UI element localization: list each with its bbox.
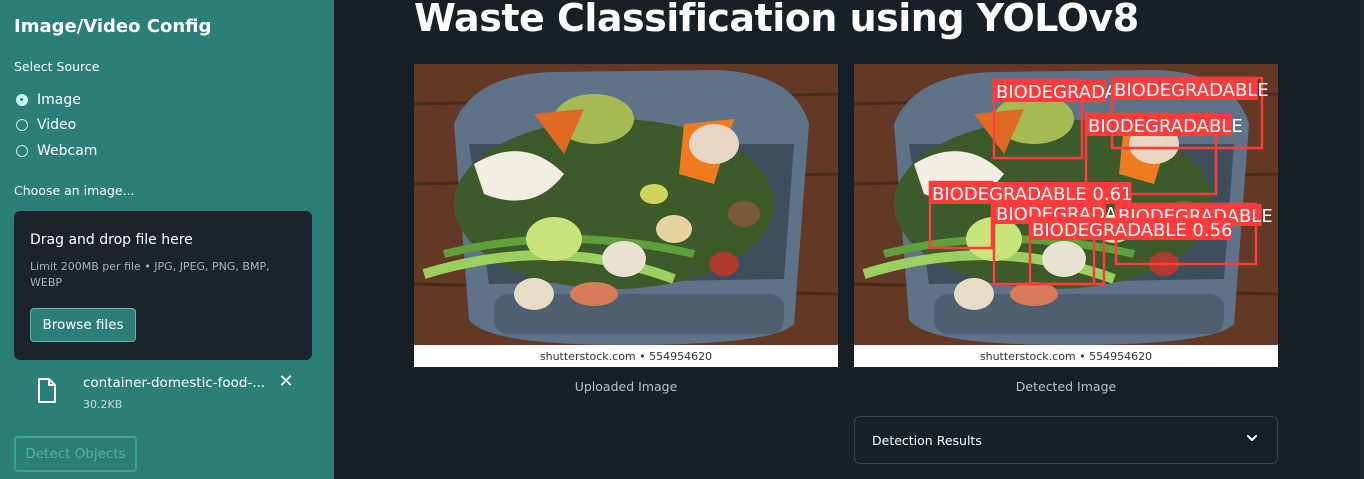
uploaded-caption: Uploaded Image (574, 379, 678, 394)
dropzone-title: Drag and drop file here (30, 232, 193, 248)
uploaded-file-item: container-domestic-food-... 30.2KB ✕ (36, 372, 306, 416)
detection-results-expander[interactable]: Detection Results (854, 416, 1278, 464)
radio-webcam[interactable]: Webcam (16, 141, 97, 161)
radio-indicator[interactable] (16, 145, 28, 157)
choose-image-label: Choose an image... (14, 183, 135, 198)
image-watermark: shutterstock.com • 554954620 (414, 345, 838, 367)
file-dropzone[interactable]: Drag and drop file here Limit 200MB per … (14, 211, 312, 360)
file-size: 30.2KB (83, 398, 123, 411)
chevron-down-icon[interactable] (1245, 431, 1259, 445)
food-bin-photo-annotated: BIODEGRADABIODEGRADABLEBIODEGRADABLEBIOD… (854, 64, 1278, 345)
radio-indicator[interactable] (16, 119, 28, 131)
radio-label-webcam: Webcam (37, 143, 98, 159)
radio-image[interactable]: Image (16, 90, 81, 110)
dropzone-limit-text: Limit 200MB per file • JPG, JPEG, PNG, B… (30, 260, 270, 289)
page-title: Waste Classification using YOLOv8 (414, 0, 1139, 40)
detect-objects-button[interactable]: Detect Objects (14, 436, 137, 472)
browse-files-button[interactable]: Browse files (30, 308, 136, 342)
image-watermark: shutterstock.com • 554954620 (854, 345, 1278, 367)
scrollbar-track[interactable] (1360, 0, 1364, 479)
uploaded-photo (414, 64, 838, 345)
radio-indicator-checked[interactable] (16, 94, 28, 106)
uploaded-image: shutterstock.com • 554954620 (414, 64, 838, 367)
radio-label-video: Video (37, 117, 77, 133)
file-name: container-domestic-food-... (83, 375, 266, 391)
detected-photo: BIODEGRADA BIODEGRADABLE BIODEGRADABLE BIOD… (854, 64, 1278, 345)
file-icon (38, 378, 56, 403)
detection-label: BIODEGRADABLE 0.56 (1032, 220, 1233, 241)
food-bin-photo (414, 64, 838, 345)
detection-label: BIODEGRADA (996, 82, 1118, 103)
radio-video[interactable]: Video (16, 115, 76, 135)
sidebar-title: Image/Video Config (14, 16, 212, 37)
expander-label: Detection Results (872, 433, 982, 448)
detected-caption: Detected Image (1015, 379, 1117, 394)
sidebar: Image/Video Config Select Source Image V… (0, 0, 334, 479)
detection-label: BIODEGRADABLE (1088, 116, 1243, 137)
select-source-label: Select Source (14, 59, 100, 74)
close-icon[interactable]: ✕ (277, 372, 295, 392)
detected-image: BIODEGRADA BIODEGRADABLE BIODEGRADABLE BIOD… (854, 64, 1278, 367)
detection-label: BIODEGRADABLE (1114, 80, 1269, 101)
radio-label-image: Image (37, 92, 81, 108)
